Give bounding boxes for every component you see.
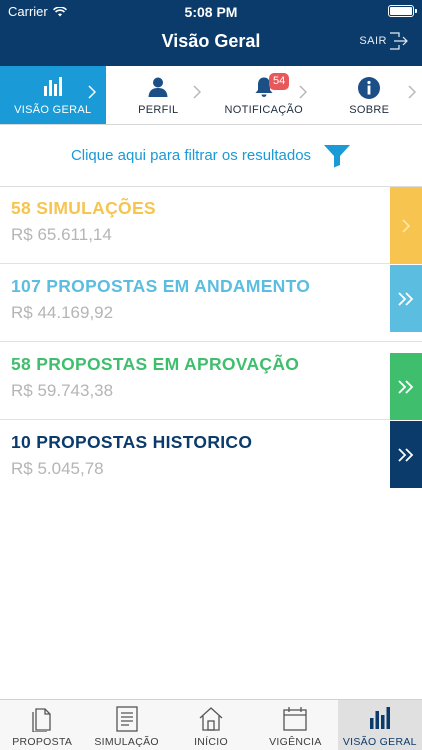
bottom-tab-bar: PROPOSTA SIMULAÇÃO INÍCIO VIGÊNCIA VISÃO…	[0, 699, 422, 750]
info-icon	[358, 77, 381, 99]
result-value: R$ 59.743,38	[11, 381, 114, 400]
tab-visao-geral[interactable]: VISÃO GERAL	[0, 66, 106, 124]
status-time: 5:08 PM	[184, 4, 238, 20]
double-chevron-right-icon	[398, 447, 414, 462]
open-historico-button[interactable]	[390, 421, 422, 488]
tab-label: VIGÊNCIA	[269, 736, 322, 748]
home-icon	[199, 707, 223, 731]
bar-chart-icon	[369, 707, 390, 729]
result-title: 10 PROPOSTAS HISTORICO	[11, 432, 253, 452]
tab-label: SIMULAÇÃO	[94, 736, 159, 748]
tab-proposta[interactable]: PROPOSTA	[0, 700, 84, 750]
app: Carrier 5:08 PM Visão Geral SAIR VISÃO G…	[0, 0, 422, 750]
logout-icon	[390, 32, 408, 50]
top-tab-bar: VISÃO GERAL PERFIL 54 NOTIFICAÇÃO SOBRE	[0, 66, 422, 125]
tab-notificacao[interactable]: 54 NOTIFICAÇÃO	[211, 66, 317, 124]
chevron-right-icon	[408, 85, 416, 99]
tab-label: PROPOSTA	[12, 736, 73, 748]
double-chevron-right-icon	[398, 291, 414, 306]
tab-perfil[interactable]: PERFIL	[106, 66, 212, 124]
person-icon	[148, 77, 168, 97]
tab-label: VISÃO GERAL	[14, 104, 92, 116]
result-row-em-aprovacao[interactable]: 58 PROPOSTAS EM APROVAÇÃO R$ 59.743,38	[0, 343, 422, 420]
chevron-right-icon	[298, 85, 307, 99]
navigation-header: Carrier 5:08 PM Visão Geral SAIR	[0, 0, 422, 66]
status-bar: Carrier 5:08 PM	[0, 0, 422, 22]
calendar-icon	[283, 707, 308, 731]
tab-label: NOTIFICAÇÃO	[224, 104, 303, 116]
filter-icon	[324, 144, 351, 167]
tab-simulacao[interactable]: SIMULAÇÃO	[84, 700, 168, 750]
tab-label: PERFIL	[138, 104, 179, 116]
result-title: 58 PROPOSTAS EM APROVAÇÃO	[11, 354, 300, 374]
chevron-right-icon	[402, 218, 411, 233]
document-icon	[32, 708, 51, 732]
result-row-historico[interactable]: 10 PROPOSTAS HISTORICO R$ 5.045,78	[0, 421, 422, 498]
open-simulacoes-button[interactable]	[390, 187, 422, 264]
filter-label: Clique aqui para filtrar os resultados	[70, 147, 312, 164]
bar-chart-icon	[43, 77, 62, 96]
battery-icon	[388, 5, 417, 17]
tab-inicio[interactable]: INÍCIO	[169, 700, 253, 750]
logout-label: SAIR	[359, 35, 387, 47]
result-title: 58 SIMULAÇÕES	[11, 198, 156, 218]
result-title: 107 PROPOSTAS EM ANDAMENTO	[11, 276, 311, 296]
filter-results-button[interactable]: Clique aqui para filtrar os resultados	[0, 125, 422, 187]
result-row-simulacoes[interactable]: 58 SIMULAÇÕES R$ 65.611,14	[0, 187, 422, 264]
result-value: R$ 44.169,92	[11, 303, 114, 322]
list-document-icon	[115, 706, 138, 732]
logout-button[interactable]: SAIR	[359, 32, 408, 50]
tab-label: VISÃO GERAL	[342, 736, 417, 748]
open-em-aprovacao-button[interactable]	[390, 353, 422, 420]
chevron-right-icon	[193, 85, 201, 99]
open-em-andamento-button[interactable]	[390, 265, 422, 332]
double-chevron-right-icon	[398, 379, 414, 394]
tab-label: INÍCIO	[194, 736, 228, 748]
tab-label: SOBRE	[349, 104, 390, 116]
chevron-right-icon	[87, 85, 96, 99]
tab-visao-geral-bottom[interactable]: VISÃO GERAL	[337, 700, 422, 750]
tab-vigencia[interactable]: VIGÊNCIA	[253, 700, 337, 750]
result-value: R$ 5.045,78	[11, 459, 104, 478]
tab-sobre[interactable]: SOBRE	[317, 66, 422, 124]
notification-badge: 54	[269, 73, 290, 90]
result-row-em-andamento[interactable]: 107 PROPOSTAS EM ANDAMENTO R$ 44.169,92	[0, 265, 422, 342]
result-value: R$ 65.611,14	[11, 225, 112, 244]
